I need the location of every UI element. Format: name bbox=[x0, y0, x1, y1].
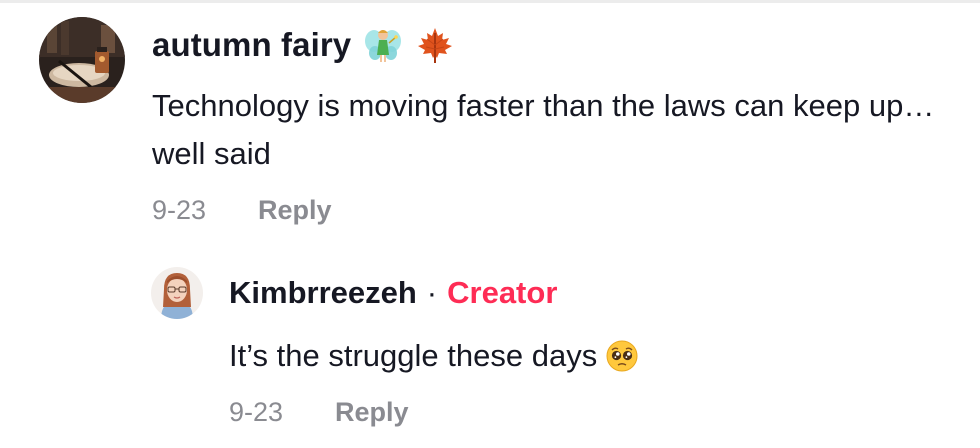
comment-date: 9-23 bbox=[152, 194, 207, 225]
username[interactable]: autumn fairy bbox=[152, 26, 351, 64]
avatar-image bbox=[39, 17, 125, 103]
fairy-icon bbox=[363, 25, 403, 65]
pleading-face-icon bbox=[605, 339, 639, 373]
maple-leaf-icon bbox=[415, 25, 455, 65]
username-row: Kimbrreezeh · Creator bbox=[229, 270, 557, 316]
avatar[interactable] bbox=[151, 267, 203, 319]
comment-date: 9-23 bbox=[229, 396, 284, 427]
avatar[interactable] bbox=[39, 17, 125, 103]
reply-comment: Kimbrreezeh · Creator It’s the struggle … bbox=[0, 250, 980, 448]
username[interactable]: Kimbrreezeh bbox=[229, 275, 417, 311]
avatar-image bbox=[151, 267, 203, 319]
username-row: autumn fairy bbox=[152, 22, 455, 68]
comment-meta: 9-23 Reply bbox=[152, 190, 332, 230]
creator-badge: Creator bbox=[447, 275, 558, 310]
comment-meta: 9-23 Reply bbox=[229, 392, 409, 432]
reply-button[interactable]: Reply bbox=[335, 397, 409, 428]
reply-button[interactable]: Reply bbox=[258, 195, 332, 226]
comment-text: Technology is moving faster than the law… bbox=[152, 88, 935, 171]
comment-text-row: It’s the struggle these days bbox=[229, 332, 639, 380]
parent-comment: autumn fairy Technology is moving faster… bbox=[0, 0, 980, 248]
comment-text: It’s the struggle these days bbox=[229, 338, 598, 373]
separator: · bbox=[426, 275, 438, 310]
